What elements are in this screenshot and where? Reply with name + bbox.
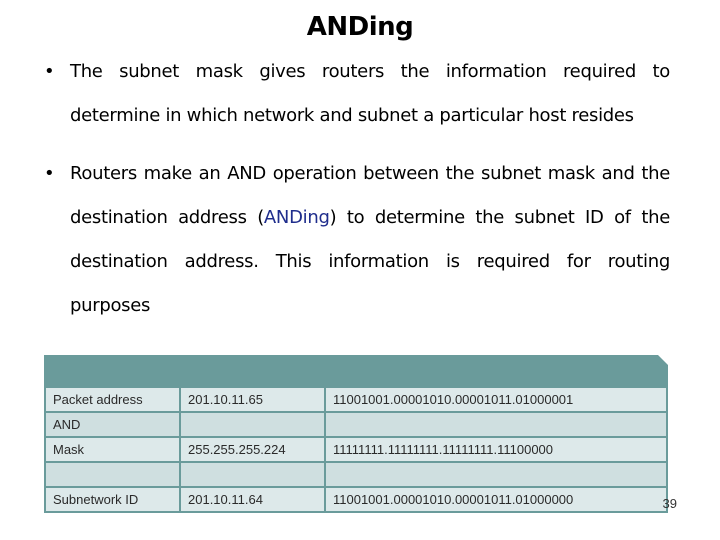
bullet-list: • The subnet mask gives routers the info…	[44, 50, 670, 328]
bullet-item: • Routers make an AND operation between …	[44, 152, 670, 328]
row-label: Packet address	[44, 386, 181, 413]
row-decimal	[179, 411, 326, 438]
row-label	[44, 461, 181, 488]
row-label: Subnetwork ID	[44, 486, 181, 513]
row-decimal: 201.10.11.65	[179, 386, 326, 413]
row-binary: 11111111.11111111.11111111.11100000	[324, 436, 668, 463]
table-header-bar	[44, 355, 668, 386]
table-row: AND	[44, 411, 668, 438]
bullet-icon: •	[44, 163, 55, 184]
bullet-item: • The subnet mask gives routers the info…	[44, 50, 670, 138]
page-number: 39	[662, 496, 677, 511]
bullet-text: The subnet mask gives routers the inform…	[70, 61, 670, 126]
table-row: Subnetwork ID 201.10.11.64 11001001.0000…	[44, 486, 668, 513]
row-binary: 11001001.00001010.00001011.01000000	[324, 486, 668, 513]
row-binary	[324, 411, 668, 438]
row-binary: 11001001.00001010.00001011.01000001	[324, 386, 668, 413]
row-label: AND	[44, 411, 181, 438]
row-binary	[324, 461, 668, 488]
bullet-icon: •	[44, 61, 55, 82]
table-row: Mask 255.255.255.224 11111111.11111111.1…	[44, 436, 668, 463]
row-label: Mask	[44, 436, 181, 463]
highlighted-term: ANDing	[263, 207, 330, 228]
table-row: Packet address 201.10.11.65 11001001.000…	[44, 386, 668, 413]
slide-title: ANDing	[306, 12, 414, 42]
anding-table-grid: Packet address 201.10.11.65 11001001.000…	[44, 386, 668, 513]
table-row	[44, 461, 668, 488]
row-decimal	[179, 461, 326, 488]
anding-table: Packet address 201.10.11.65 11001001.000…	[44, 355, 668, 519]
row-decimal: 201.10.11.64	[179, 486, 326, 513]
row-decimal: 255.255.255.224	[179, 436, 326, 463]
